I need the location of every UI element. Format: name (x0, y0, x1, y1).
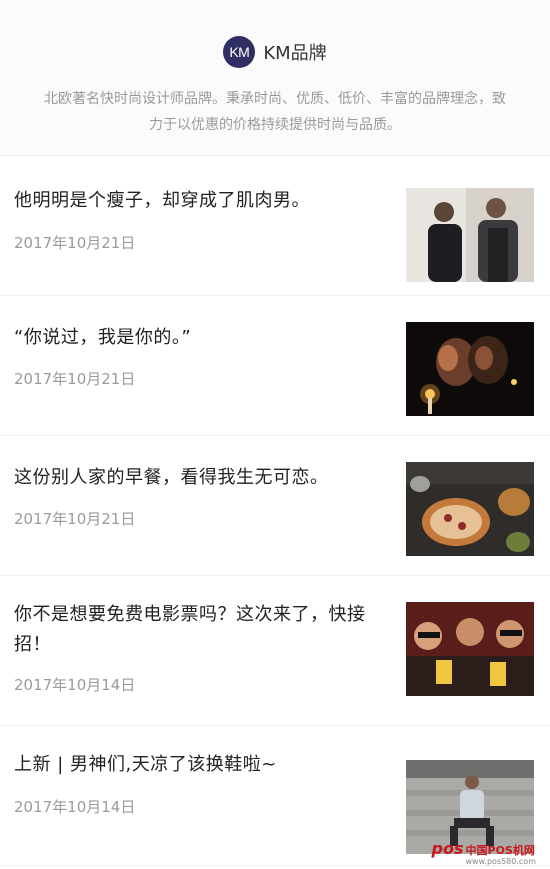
two-men-photo-icon[interactable] (406, 188, 534, 282)
breakfast-pie-photo-icon[interactable] (406, 462, 534, 556)
cinema-audience-photo-icon[interactable] (406, 602, 534, 696)
watermark-logo: pos (431, 839, 464, 858)
watermark-text-group: 中国POS机网 www.pos580.com (466, 845, 536, 867)
article-title[interactable]: 你不是想要免费电影票吗？这次来了，快接招！ (14, 600, 386, 660)
article-date: 2017年10月21日 (14, 234, 136, 252)
article-date: 2017年10月14日 (14, 798, 136, 816)
article-title[interactable]: “你说过，我是你的。” (14, 323, 386, 353)
article-title[interactable]: 上新 | 男神们,天凉了该换鞋啦~ (14, 750, 386, 780)
article-item[interactable]: “你说过，我是你的。” 2017年10月21日 (0, 296, 550, 436)
couple-kiss-photo-icon[interactable] (406, 322, 534, 416)
watermark: pos 中国POS机网 www.pos580.com (432, 839, 536, 867)
article-item[interactable]: 他明明是个瘦子，却穿成了肌肉男。 2017年10月21日 (0, 156, 550, 296)
brand-row[interactable]: KM KM品牌 (0, 36, 550, 68)
article-title[interactable]: 这份别人家的早餐，看得我生无可恋。 (14, 463, 386, 493)
brand-description: 北欧著名快时尚设计师品牌。秉承时尚、优质、低价、丰富的品牌理念，致力于以优惠的价… (44, 91, 506, 133)
article-item[interactable]: 这份别人家的早餐，看得我生无可恋。 2017年10月21日 (0, 436, 550, 576)
article-item[interactable]: 你不是想要免费电影票吗？这次来了，快接招！ 2017年10月14日 (0, 576, 550, 726)
brand-avatar[interactable]: KM (223, 36, 256, 68)
watermark-url: www.pos580.com (465, 857, 536, 866)
article-list-page: KM KM品牌 北欧著名快时尚设计师品牌。秉承时尚、优质、低价、丰富的品牌理念，… (0, 0, 550, 869)
brand-header: KM KM品牌 北欧著名快时尚设计师品牌。秉承时尚、优质、低价、丰富的品牌理念，… (0, 0, 550, 156)
article-date: 2017年10月21日 (14, 510, 136, 528)
article-date: 2017年10月14日 (14, 676, 136, 694)
brand-name[interactable]: KM品牌 (263, 39, 326, 65)
article-title[interactable]: 他明明是个瘦子，却穿成了肌肉男。 (14, 186, 386, 216)
watermark-text: 中国POS机网 (465, 844, 535, 857)
article-date: 2017年10月21日 (14, 370, 136, 388)
